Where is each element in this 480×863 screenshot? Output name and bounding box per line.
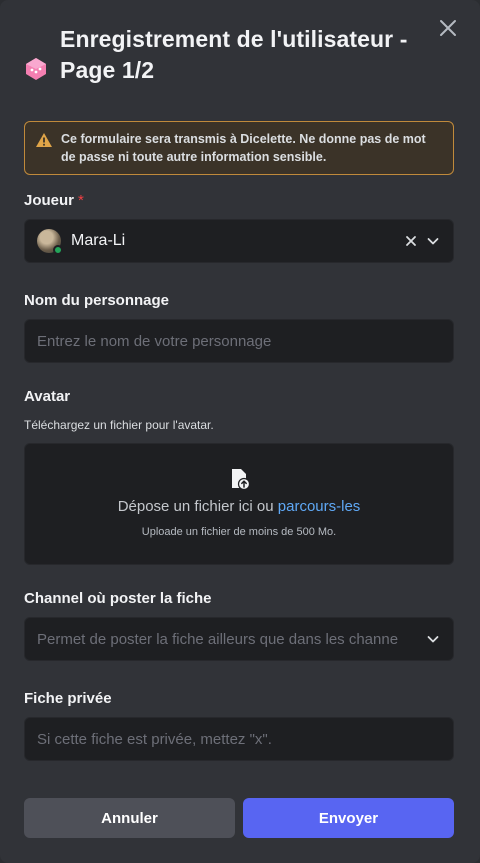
channel-label: Channel où poster la fiche <box>24 590 212 607</box>
character-name-field[interactable] <box>24 319 454 363</box>
character-name-label: Nom du personnage <box>24 292 170 309</box>
character-name-input[interactable] <box>37 332 441 350</box>
close-icon[interactable] <box>438 18 458 38</box>
file-upload-icon <box>232 469 250 490</box>
warning-banner: Ce formulaire sera transmis à Dicelette.… <box>24 121 454 175</box>
player-select[interactable]: Mara-Li <box>24 219 454 263</box>
modal-header: Enregistrement de l'utilisateur - Page 1… <box>0 0 480 105</box>
channel-select-placeholder: Permet de poster la fiche ailleurs que d… <box>37 630 399 648</box>
warning-icon <box>36 133 52 147</box>
avatar <box>37 229 63 255</box>
submit-button[interactable]: Envoyer <box>243 798 454 838</box>
warning-text: Ce formulaire sera transmis à Dicelette.… <box>61 132 426 164</box>
clear-icon[interactable] <box>403 233 419 249</box>
required-marker: * <box>78 192 84 209</box>
private-sheet-input[interactable] <box>37 730 441 748</box>
upload-size-limit: Uploade un fichier de moins de 500 Mo. <box>141 526 337 538</box>
drop-instruction: Dépose un fichier ici ou <box>117 498 274 515</box>
dropzone-text: Dépose un fichier ici ou parcours-les <box>25 498 453 515</box>
avatar-label: Avatar <box>24 388 71 405</box>
browse-files-link[interactable]: parcours-les <box>278 498 361 515</box>
private-sheet-field[interactable] <box>24 717 454 761</box>
channel-select[interactable]: Permet de poster la fiche ailleurs que d… <box>24 617 454 661</box>
dice-icon <box>26 58 46 80</box>
private-sheet-label: Fiche privée <box>24 690 112 707</box>
modal-title: Enregistrement de l'utilisateur - Page 1… <box>60 26 408 83</box>
cancel-button[interactable]: Annuler <box>24 798 235 838</box>
online-status-dot <box>53 245 63 255</box>
player-label-text: Joueur <box>24 192 75 209</box>
selected-user-name: Mara-Li <box>71 232 126 249</box>
chevron-down-icon[interactable] <box>425 233 441 249</box>
avatar-upload-dropzone[interactable]: Dépose un fichier ici ou parcours-les Up… <box>24 443 454 565</box>
registration-modal: Enregistrement de l'utilisateur - Page 1… <box>0 0 480 863</box>
avatar-description: Téléchargez un fichier pour l'avatar. <box>24 418 214 432</box>
chevron-down-icon[interactable] <box>425 631 441 647</box>
player-label: Joueur * <box>24 192 84 209</box>
